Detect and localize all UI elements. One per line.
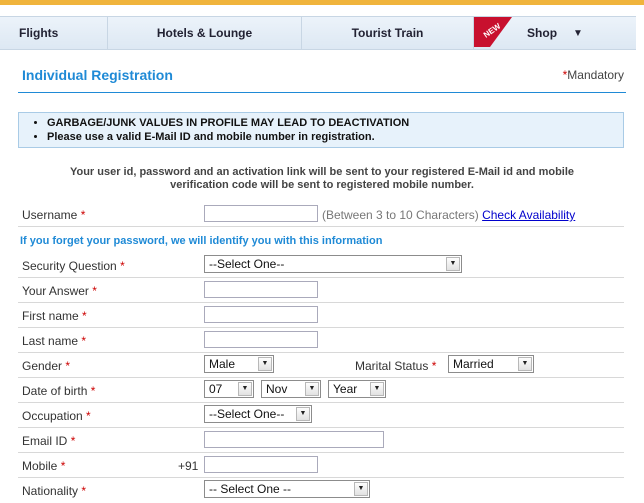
gender-select[interactable]: Male ▼ xyxy=(204,355,274,373)
nav-flights[interactable]: Flights xyxy=(0,17,108,49)
page-title: Individual Registration xyxy=(22,67,173,83)
answer-row: Your Answer * xyxy=(18,279,624,303)
mobile-label: Mobile * xyxy=(22,459,66,473)
chevron-down-icon: ▼ xyxy=(305,382,319,396)
marital-status-select[interactable]: Married ▼ xyxy=(448,355,534,373)
nav-flights-label: Flights xyxy=(19,26,59,40)
username-row: Username * (Between 3 to 10 Characters) … xyxy=(18,203,624,227)
occupation-label: Occupation * xyxy=(22,409,91,423)
mandatory-label: Mandatory xyxy=(567,68,624,82)
username-hint: (Between 3 to 10 Characters) Check Avail… xyxy=(322,208,576,222)
username-input[interactable] xyxy=(204,205,318,222)
nationality-label: Nationality * xyxy=(22,484,87,498)
dob-month-select[interactable]: Nov ▼ xyxy=(261,380,321,398)
chevron-down-icon: ▼ xyxy=(296,407,310,421)
forget-password-note: If you forget your password, we will ide… xyxy=(20,235,383,247)
mobile-input[interactable] xyxy=(204,456,318,473)
gender-label: Gender * xyxy=(22,359,71,373)
nationality-select[interactable]: -- Select One -- ▼ xyxy=(204,480,370,498)
chevron-down-icon: ▼ xyxy=(258,357,272,371)
security-question-label: Security Question * xyxy=(22,259,125,273)
new-badge-icon: NEW xyxy=(474,17,512,47)
chevron-down-icon: ▼ xyxy=(518,357,532,371)
chevron-down-icon: ▼ xyxy=(573,27,583,39)
security-question-select[interactable]: --Select One-- ▼ xyxy=(204,255,462,273)
occupation-select[interactable]: --Select One-- ▼ xyxy=(204,405,312,423)
dob-day-select[interactable]: 07 ▼ xyxy=(204,380,254,398)
mandatory-note: *Mandatory xyxy=(563,68,624,82)
security-question-row: Security Question * --Select One-- ▼ xyxy=(18,254,624,278)
last-name-row: Last name * xyxy=(18,329,624,353)
mobile-country-code: +91 xyxy=(178,459,199,473)
email-input[interactable] xyxy=(204,431,384,448)
chevron-down-icon: ▼ xyxy=(354,482,368,496)
email-row: Email ID * xyxy=(18,429,624,453)
title-divider xyxy=(18,92,626,93)
chevron-down-icon: ▼ xyxy=(238,382,252,396)
nav-shop-label: Shop xyxy=(527,26,558,40)
nationality-row: Nationality * -- Select One -- ▼ xyxy=(18,479,624,503)
last-name-input[interactable] xyxy=(204,331,318,348)
top-spacer xyxy=(0,5,644,16)
chevron-down-icon: ▼ xyxy=(446,257,460,271)
gender-row: Gender * Male ▼ Marital Status * Married ▼ xyxy=(18,354,624,378)
notice-line: Please use a valid E-Mail ID and mobile … xyxy=(47,130,623,144)
nav-train-label: Tourist Train xyxy=(351,26,424,40)
nav-hotels-label: Hotels & Lounge xyxy=(156,26,253,40)
occupation-row: Occupation * --Select One-- ▼ xyxy=(18,404,624,428)
info-text: Your user id, password and an activation… xyxy=(69,166,575,191)
nav-tourist-train[interactable]: Tourist Train xyxy=(302,17,474,49)
marital-status-label: Marital Status * xyxy=(355,359,437,373)
first-name-label: First name * xyxy=(22,309,87,323)
notice-line: GARBAGE/JUNK VALUES IN PROFILE MAY LEAD … xyxy=(47,116,623,130)
nav-shop[interactable]: NEW Shop ▼ xyxy=(474,17,636,49)
dob-label: Date of birth * xyxy=(22,384,96,398)
dob-year-select[interactable]: Year ▼ xyxy=(328,380,386,398)
notice-box: GARBAGE/JUNK VALUES IN PROFILE MAY LEAD … xyxy=(18,112,624,148)
nav-hotels-lounge[interactable]: Hotels & Lounge xyxy=(108,17,302,49)
username-label: Username * xyxy=(22,208,86,222)
first-name-row: First name * xyxy=(18,304,624,328)
first-name-input[interactable] xyxy=(204,306,318,323)
mobile-row: Mobile * +91 xyxy=(18,454,624,478)
chevron-down-icon: ▼ xyxy=(370,382,384,396)
email-label: Email ID * xyxy=(22,434,76,448)
dob-row: Date of birth * 07 ▼ Nov ▼ Year ▼ xyxy=(18,379,624,403)
answer-input[interactable] xyxy=(204,281,318,298)
check-availability-link[interactable]: Check Availability xyxy=(482,208,575,222)
answer-label: Your Answer * xyxy=(22,284,97,298)
last-name-label: Last name * xyxy=(22,334,87,348)
main-nav: Flights Hotels & Lounge Tourist Train NE… xyxy=(0,16,636,50)
